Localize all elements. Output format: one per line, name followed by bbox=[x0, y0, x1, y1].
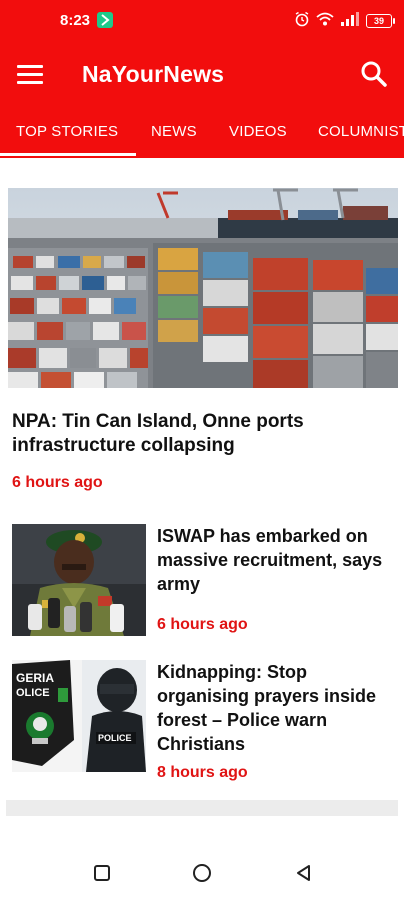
active-tab-indicator bbox=[0, 153, 136, 156]
alarm-icon bbox=[294, 11, 310, 32]
app-notification-icon bbox=[97, 12, 113, 28]
shipping-containers-port-photo[interactable] bbox=[8, 188, 398, 388]
status-time: 8:23 bbox=[60, 12, 91, 29]
list-item[interactable]: GERIA OLICE POLICE Kidnapping: Stop orga… bbox=[0, 660, 404, 781]
content-divider bbox=[6, 800, 398, 816]
article-time: 8 hours ago bbox=[157, 764, 248, 781]
svg-text:OLICE: OLICE bbox=[16, 687, 50, 699]
back-triangle-icon[interactable] bbox=[294, 863, 314, 883]
home-circle-icon[interactable] bbox=[192, 863, 212, 883]
tab-videos[interactable]: VIDEOS bbox=[229, 123, 287, 140]
battery-icon: 39 bbox=[366, 14, 395, 28]
recent-apps-square-icon[interactable] bbox=[92, 863, 112, 883]
status-bar: 8:23 39 bbox=[0, 0, 404, 46]
tab-news[interactable]: NEWS bbox=[151, 123, 197, 140]
wifi-icon bbox=[316, 11, 334, 32]
search-icon[interactable] bbox=[360, 60, 388, 88]
tab-top-stories[interactable]: TOP STORIES bbox=[16, 123, 118, 140]
article-title[interactable]: ISWAP has embarked on massive recruitmen… bbox=[157, 524, 395, 596]
hamburger-menu-icon[interactable] bbox=[17, 65, 43, 84]
list-item[interactable]: ISWAP has embarked on massive recruitmen… bbox=[0, 524, 404, 642]
article-time: 6 hours ago bbox=[12, 474, 103, 491]
app-title: NaYourNews bbox=[82, 61, 225, 87]
category-tabs: TOP STORIES NEWS VIDEOS COLUMNISTS bbox=[0, 102, 404, 158]
system-navigation-bar bbox=[0, 845, 404, 900]
svg-text:GERIA: GERIA bbox=[16, 671, 54, 685]
army-officer-speaking-photo bbox=[12, 524, 146, 636]
article-title[interactable]: Kidnapping: Stop organising prayers insi… bbox=[157, 660, 395, 756]
nigeria-police-badge-photo: GERIA OLICE POLICE bbox=[12, 660, 146, 772]
article-title[interactable]: NPA: Tin Can Island, Onne ports infrastr… bbox=[12, 410, 392, 458]
app-bar: NaYourNews bbox=[0, 46, 404, 102]
tab-columnists[interactable]: COLUMNISTS bbox=[318, 123, 404, 140]
status-icons: 39 bbox=[294, 11, 395, 32]
article-time: 6 hours ago bbox=[157, 616, 248, 633]
signal-icon bbox=[340, 11, 360, 32]
svg-text:POLICE: POLICE bbox=[98, 733, 132, 743]
